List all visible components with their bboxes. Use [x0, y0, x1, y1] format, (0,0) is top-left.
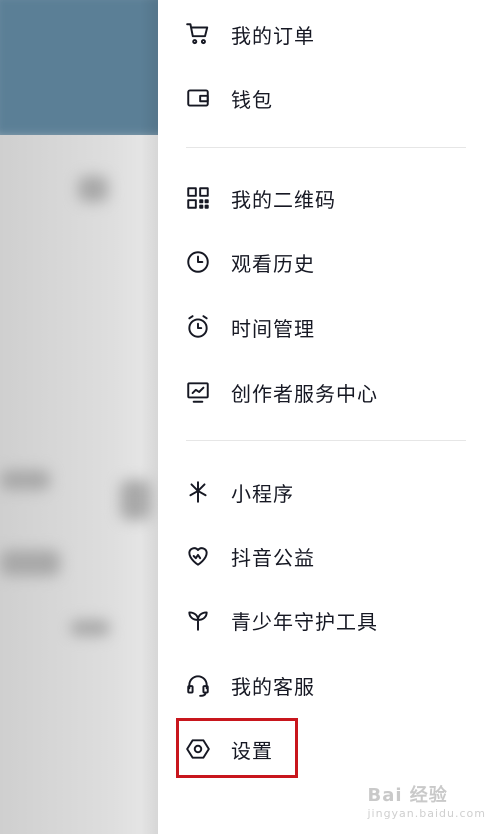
menu-item-label: 观看历史: [231, 251, 315, 276]
background-blur-shape: [70, 620, 110, 636]
menu-item-label: 钱包: [231, 87, 273, 112]
menu-item-label: 抖音公益: [231, 545, 315, 570]
menu-item-label: 我的订单: [231, 23, 315, 48]
watermark-brand: Bai 经验: [367, 785, 448, 806]
menu-item-orders[interactable]: 我的订单: [184, 14, 484, 54]
menu-item-time-management[interactable]: 时间管理: [184, 307, 484, 347]
clock-icon: [184, 248, 212, 276]
divider: [186, 440, 466, 441]
menu-item-wallet[interactable]: 钱包: [184, 78, 484, 118]
alarm-icon: [184, 313, 212, 341]
background-app: [0, 0, 160, 834]
side-drawer-menu: 我的订单 钱包 我的二维码 观看历史 时间管理 创作者服务中心 小程序 抖音公益…: [158, 0, 500, 834]
watermark: Bai 经验 jingyan.baidu.com: [367, 781, 486, 820]
qrcode-icon: [184, 184, 212, 212]
menu-item-charity[interactable]: 抖音公益: [184, 536, 484, 576]
menu-item-label: 青少年守护工具: [231, 609, 378, 634]
background-banner: [0, 0, 160, 140]
menu-item-creator-center[interactable]: 创作者服务中心: [184, 372, 484, 412]
menu-item-label: 我的二维码: [231, 187, 336, 212]
headset-icon: [184, 671, 212, 699]
chart-icon: [184, 378, 212, 406]
background-blur-shape: [0, 470, 50, 490]
menu-item-customer-service[interactable]: 我的客服: [184, 665, 484, 705]
settings-highlight-box: [176, 718, 298, 778]
wallet-icon: [184, 84, 212, 112]
menu-item-label: 创作者服务中心: [231, 381, 378, 406]
sprout-icon: [184, 606, 212, 634]
watermark-url: jingyan.baidu.com: [367, 807, 486, 820]
menu-item-label: 小程序: [231, 481, 294, 506]
menu-item-label: 我的客服: [231, 674, 315, 699]
cart-icon: [184, 20, 212, 48]
background-blur-shape: [78, 176, 108, 202]
mini-program-icon: [184, 478, 212, 506]
divider: [186, 147, 466, 148]
menu-item-mini-programs[interactable]: 小程序: [184, 472, 484, 512]
menu-item-qrcode[interactable]: 我的二维码: [184, 178, 484, 218]
menu-item-youth-protection[interactable]: 青少年守护工具: [184, 600, 484, 640]
heart-icon: [184, 542, 212, 570]
background-blur-shape: [0, 550, 60, 576]
menu-item-history[interactable]: 观看历史: [184, 242, 484, 282]
menu-item-label: 时间管理: [231, 316, 315, 341]
